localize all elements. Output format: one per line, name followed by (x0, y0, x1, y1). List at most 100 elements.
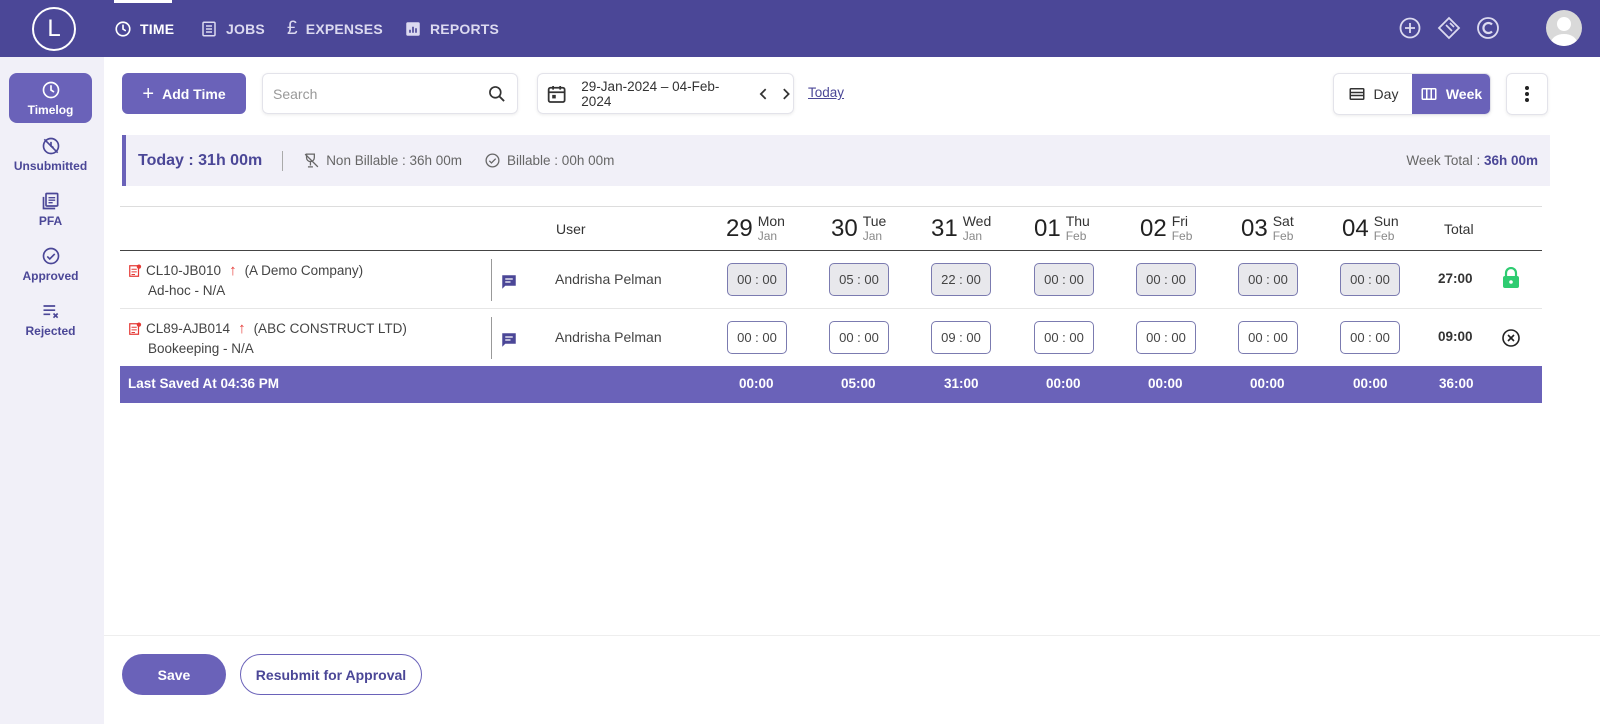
job-code[interactable]: CL10-JB010 (146, 263, 221, 278)
table-row: CL89-AJB014 ↑ (ABC CONSTRUCT LTD) Bookee… (120, 309, 1542, 367)
month-name: Jan (962, 229, 983, 243)
sidebar-item-label: Rejected (25, 323, 76, 338)
sidebar-item-label: PFA (38, 213, 63, 228)
time-input[interactable]: 00 : 00 (1340, 321, 1400, 354)
month-name: Feb (1065, 229, 1087, 243)
add-time-button[interactable]: + Add Time (122, 73, 246, 114)
day-header: 31 Wed Jan (931, 207, 991, 251)
day-header: 01 Thu Feb (1034, 207, 1090, 251)
total-column-header: Total (1444, 221, 1474, 237)
job-cell: CL89-AJB014 ↑ (ABC CONSTRUCT LTD) Bookee… (128, 320, 407, 356)
week-total: Week Total : 36h 00m (1406, 153, 1538, 168)
today-link[interactable]: Today (808, 85, 844, 100)
day-total: 00:00 (1353, 376, 1388, 391)
user-column-header: User (556, 221, 586, 237)
day-total: 05:00 (841, 376, 876, 391)
nav-jobs-label: JOBS (226, 20, 265, 37)
save-button[interactable]: Save (122, 654, 226, 695)
totals-row: Last Saved At 04:36 PM 00:00 05:00 31:00… (120, 366, 1542, 403)
nav-time[interactable]: TIME (114, 0, 174, 57)
divider (491, 259, 492, 301)
kebab-icon (1525, 86, 1529, 102)
client-name: (ABC CONSTRUCT LTD) (253, 321, 407, 336)
time-input[interactable]: 00 : 00 (1340, 263, 1400, 296)
chevron-right-icon[interactable] (778, 86, 793, 102)
table-row: CL10-JB010 ↑ (A Demo Company) Ad-hoc - N… (120, 251, 1542, 309)
sidebar-item-label: Approved (22, 268, 79, 283)
time-input[interactable]: 00 : 00 (1238, 321, 1298, 354)
date-range-picker[interactable]: 29-Jan-2024 – 04-Feb-2024 (537, 73, 794, 114)
today-total: Today : 31h 00m (138, 151, 263, 169)
time-input[interactable]: 00 : 00 (1238, 263, 1298, 296)
non-billable-chip: Non Billable : 36h 00m (303, 152, 462, 169)
avatar[interactable] (1546, 10, 1582, 46)
time-input[interactable]: 00 : 00 (829, 321, 889, 354)
time-input[interactable]: 00 : 00 (1136, 321, 1196, 354)
view-day-label: Day (1373, 86, 1399, 102)
add-time-label: Add Time (162, 85, 226, 102)
job-document-icon (129, 263, 142, 277)
billable-text: Billable : 00h 00m (507, 153, 615, 168)
app-logo[interactable]: L (32, 7, 76, 51)
pound-icon: £ (287, 17, 298, 39)
calendar-icon[interactable] (546, 83, 567, 105)
job-cell: CL10-JB010 ↑ (A Demo Company) Ad-hoc - N… (128, 262, 363, 298)
day-total: 00:00 (1046, 376, 1081, 391)
job-code[interactable]: CL89-AJB014 (146, 321, 230, 336)
day-header: 02 Fri Feb (1140, 207, 1192, 251)
day-name: Fri (1171, 213, 1189, 229)
sidebar: Timelog Unsubmitted PFA Approved Rejecte… (0, 57, 102, 724)
search-input[interactable] (263, 74, 473, 113)
view-week-option[interactable]: Week (1412, 74, 1490, 114)
resubmit-for-approval-button[interactable]: Resubmit for Approval (240, 654, 422, 695)
user-avatar-icon (1551, 17, 1577, 46)
week-total-label: Week Total : (1406, 153, 1484, 168)
day-header: 30 Tue Jan (831, 207, 886, 251)
c-logo-icon[interactable] (1476, 16, 1500, 40)
check-circle-icon (42, 247, 59, 264)
sidebar-item-label: Timelog (27, 102, 74, 117)
sidebar-item-pfa[interactable]: PFA (9, 184, 92, 234)
search-box (262, 73, 518, 114)
nav-reports[interactable]: REPORTS (404, 0, 499, 57)
view-week-label: Week (1445, 86, 1483, 102)
time-input[interactable]: 00 : 00 (1034, 321, 1094, 354)
priority-arrow-icon: ↑ (238, 320, 246, 337)
view-day-option[interactable]: Day (1334, 74, 1412, 114)
time-input[interactable]: 22 : 00 (931, 263, 991, 296)
day-number: 01 (1034, 215, 1061, 242)
sidebar-item-unsubmitted[interactable]: Unsubmitted (9, 129, 92, 179)
grand-total: 36:00 (1439, 376, 1474, 391)
time-input[interactable]: 00 : 00 (727, 263, 787, 296)
day-name: Mon (757, 213, 785, 229)
table-header: User 29 Mon Jan 30 Tue Jan 31 Wed Jan 01 Thu Feb… (120, 206, 1542, 251)
add-circle-icon[interactable] (1398, 16, 1422, 40)
comment-icon[interactable] (500, 273, 518, 291)
day-header: 03 Sat Feb (1241, 207, 1294, 251)
week-view-icon (1421, 88, 1437, 100)
time-input[interactable]: 00 : 00 (1034, 263, 1094, 296)
close-circle-icon[interactable] (1501, 325, 1521, 347)
row-total: 09:00 (1438, 329, 1473, 344)
day-name: Thu (1065, 213, 1090, 229)
billable-chip: Billable : 00h 00m (484, 152, 614, 169)
day-number: 31 (931, 215, 958, 242)
sidebar-item-approved[interactable]: Approved (9, 239, 92, 289)
more-options-button[interactable] (1506, 73, 1548, 115)
day-header: 04 Sun Feb (1342, 207, 1399, 251)
nav-expenses[interactable]: £ EXPENSES (287, 0, 383, 57)
rejected-icon (43, 304, 58, 318)
time-input[interactable]: 09 : 00 (931, 321, 991, 354)
search-icon[interactable] (487, 84, 507, 104)
active-tab-indicator (114, 0, 172, 3)
time-input[interactable]: 00 : 00 (1136, 263, 1196, 296)
time-input[interactable]: 05 : 00 (829, 263, 889, 296)
nav-jobs[interactable]: JOBS (200, 0, 265, 57)
ticket-icon[interactable] (1437, 16, 1461, 40)
sidebar-item-timelog[interactable]: Timelog (9, 73, 92, 123)
sidebar-item-rejected[interactable]: Rejected (9, 294, 92, 344)
time-input[interactable]: 00 : 00 (727, 321, 787, 354)
comment-icon[interactable] (500, 331, 518, 349)
chevron-left-icon[interactable] (756, 86, 771, 102)
plus-icon: + (142, 82, 155, 105)
